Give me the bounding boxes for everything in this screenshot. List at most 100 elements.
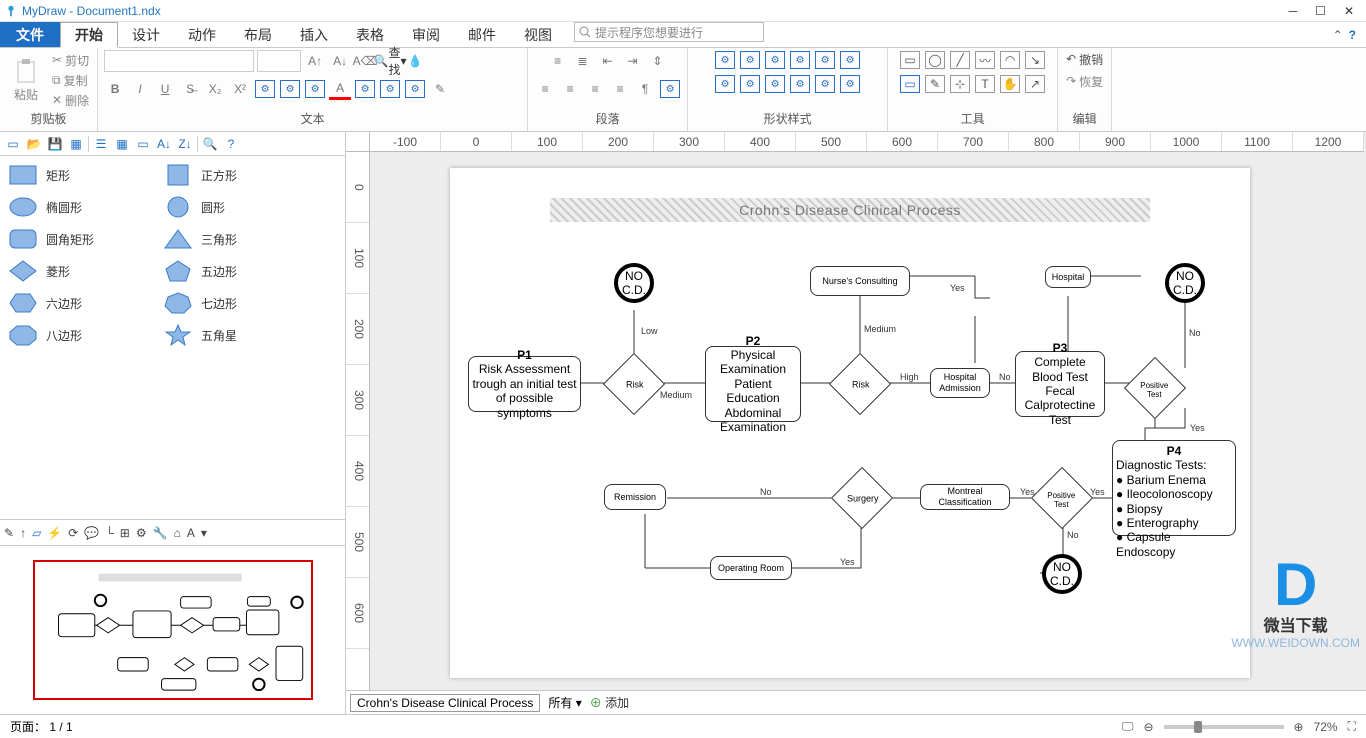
ss-10[interactable]: ⚙ — [790, 75, 810, 93]
indent-dec-icon[interactable]: ⇤ — [597, 50, 619, 72]
delete-button[interactable]: ✕ 删除 — [50, 91, 91, 109]
tool-connector[interactable]: ↘ — [1025, 51, 1045, 69]
shape-ellipse[interactable]: 椭圆形 — [8, 196, 163, 218]
tab-home[interactable]: 开始 — [60, 22, 118, 48]
et-drop-icon[interactable]: ▾ — [201, 526, 207, 540]
node-surgery[interactable]: Surgery — [831, 467, 893, 529]
eyedropper-icon[interactable]: 💧 — [404, 50, 426, 72]
file-menu[interactable]: 文件 — [0, 22, 60, 47]
text-style-3[interactable]: ⚙ — [305, 80, 325, 98]
tab-design[interactable]: 设计 — [118, 22, 174, 47]
tool-curve[interactable]: 〰 — [975, 51, 995, 69]
lp-lib-icon[interactable]: ▦ — [67, 135, 85, 153]
et-text-icon[interactable]: A — [187, 526, 195, 540]
text-style-1[interactable]: ⚙ — [255, 80, 275, 98]
paste-button[interactable]: 粘贴 — [6, 50, 46, 110]
et-gear-icon[interactable]: ⚙ — [136, 526, 147, 540]
tool-arrow[interactable]: ↗ — [1025, 75, 1045, 93]
tab-review[interactable]: 审阅 — [398, 22, 454, 47]
node-p4[interactable]: P4Diagnostic Tests: ● Barium Enema ● Ile… — [1112, 440, 1236, 536]
lp-help-icon[interactable]: ? — [222, 135, 240, 153]
line-spacing-icon[interactable]: ⇕ — [647, 50, 669, 72]
para-style[interactable]: ⚙ — [660, 80, 680, 98]
tab-view[interactable]: 视图 — [510, 22, 566, 47]
text-style-2[interactable]: ⚙ — [280, 80, 300, 98]
ss-3[interactable]: ⚙ — [765, 51, 785, 69]
node-nocd-3[interactable]: NO C.D. — [1042, 554, 1082, 594]
align-right-icon[interactable]: ≡ — [584, 78, 606, 100]
node-p2[interactable]: P2Physical Examination Patient Education… — [705, 346, 801, 422]
node-risk-2[interactable]: Risk — [829, 353, 891, 415]
subscript-icon[interactable]: X₂ — [204, 78, 226, 100]
ss-7[interactable]: ⚙ — [715, 75, 735, 93]
cut-button[interactable]: ✂ 剪切 — [50, 51, 91, 69]
highlight-icon[interactable]: ✎ — [429, 78, 451, 100]
diagram-title[interactable]: Crohn's Disease Clinical Process — [550, 198, 1150, 222]
grow-font-icon[interactable]: A↑ — [304, 50, 326, 72]
ss-8[interactable]: ⚙ — [740, 75, 760, 93]
shape-roundrect[interactable]: 圆角矩形 — [8, 228, 163, 250]
zoom-in-icon[interactable]: ⊕ — [1294, 720, 1304, 734]
shape-heptagon[interactable]: 七边形 — [163, 292, 318, 314]
tool-pen[interactable]: ✎ — [925, 75, 945, 93]
redo-button[interactable]: ↷ 恢复 — [1064, 72, 1105, 90]
tool-pointer[interactable]: ▭ — [900, 75, 920, 93]
et-tree-icon[interactable]: ⌂ — [174, 526, 181, 540]
et-speak-icon[interactable]: 💬 — [84, 526, 99, 540]
strike-icon[interactable]: S̶ — [179, 78, 201, 100]
tool-rect[interactable]: ▭ — [900, 51, 920, 69]
zoom-out-icon[interactable]: ⊖ — [1143, 720, 1153, 734]
node-montreal[interactable]: Montreal Classification — [920, 484, 1010, 510]
et-edit-icon[interactable]: ✎ — [4, 526, 14, 540]
tab-layout[interactable]: 布局 — [230, 22, 286, 47]
numbering-icon[interactable]: ≣ — [572, 50, 594, 72]
et-up-icon[interactable]: ↑ — [20, 526, 26, 540]
copy-button[interactable]: ⧉ 复制 — [50, 71, 91, 89]
indent-inc-icon[interactable]: ⇥ — [622, 50, 644, 72]
tool-ellipse[interactable]: ◯ — [925, 51, 945, 69]
ss-9[interactable]: ⚙ — [765, 75, 785, 93]
lp-new-icon[interactable]: ▭ — [4, 135, 22, 153]
shape-circle[interactable]: 圆形 — [163, 196, 318, 218]
node-oproom[interactable]: Operating Room — [710, 556, 792, 580]
close-button[interactable]: ✕ — [1344, 4, 1354, 18]
help-icon[interactable]: ? — [1349, 28, 1356, 42]
ss-5[interactable]: ⚙ — [815, 51, 835, 69]
lp-search-icon[interactable]: 🔍 — [201, 135, 219, 153]
ss-6[interactable]: ⚙ — [840, 51, 860, 69]
lp-list-icon[interactable]: ☰ — [92, 135, 110, 153]
canvas[interactable]: Crohn's Disease Clinical Process — [370, 152, 1366, 690]
node-hospital[interactable]: Hospital — [1045, 266, 1091, 288]
node-p1[interactable]: P1Risk Assessment trough an initial test… — [468, 356, 581, 412]
shape-octagon[interactable]: 八边形 — [8, 324, 163, 346]
sheet-tab-active[interactable]: Crohn's Disease Clinical Process — [350, 694, 540, 712]
text-style-6[interactable]: ⚙ — [405, 80, 425, 98]
node-nocd-1[interactable]: NO C.D. — [614, 263, 654, 303]
ss-2[interactable]: ⚙ — [740, 51, 760, 69]
text-style-5[interactable]: ⚙ — [380, 80, 400, 98]
lp-detail-icon[interactable]: ▭ — [134, 135, 152, 153]
shape-diamond[interactable]: 菱形 — [8, 260, 163, 282]
tab-action[interactable]: 动作 — [174, 22, 230, 47]
lp-sort-za-icon[interactable]: Z↓ — [176, 135, 194, 153]
font-family-combo[interactable] — [104, 50, 254, 72]
shape-hexagon[interactable]: 六边形 — [8, 292, 163, 314]
tool-line[interactable]: ╱ — [950, 51, 970, 69]
underline-icon[interactable]: U — [154, 78, 176, 100]
tab-insert[interactable]: 插入 — [286, 22, 342, 47]
node-ptest-1[interactable]: Positive Test — [1124, 357, 1186, 419]
minimize-button[interactable]: ─ — [1289, 4, 1298, 18]
et-refresh-icon[interactable]: ⟳ — [68, 526, 78, 540]
justify-icon[interactable]: ≡ — [609, 78, 631, 100]
font-size-combo[interactable] — [257, 50, 301, 72]
text-style-4[interactable]: ⚙ — [355, 80, 375, 98]
node-hospital-admission[interactable]: Hospital Admission — [930, 368, 990, 398]
ss-1[interactable]: ⚙ — [715, 51, 735, 69]
et-shape-icon[interactable]: ▱ — [32, 526, 41, 540]
align-left-icon[interactable]: ≡ — [534, 78, 556, 100]
find-button[interactable]: 🔍查找▾ — [379, 50, 401, 72]
ss-11[interactable]: ⚙ — [815, 75, 835, 93]
node-p3[interactable]: P3Complete Blood Test Fecal Calprotectin… — [1015, 351, 1105, 417]
zoom-slider[interactable] — [1164, 725, 1284, 729]
tab-mail[interactable]: 邮件 — [454, 22, 510, 47]
